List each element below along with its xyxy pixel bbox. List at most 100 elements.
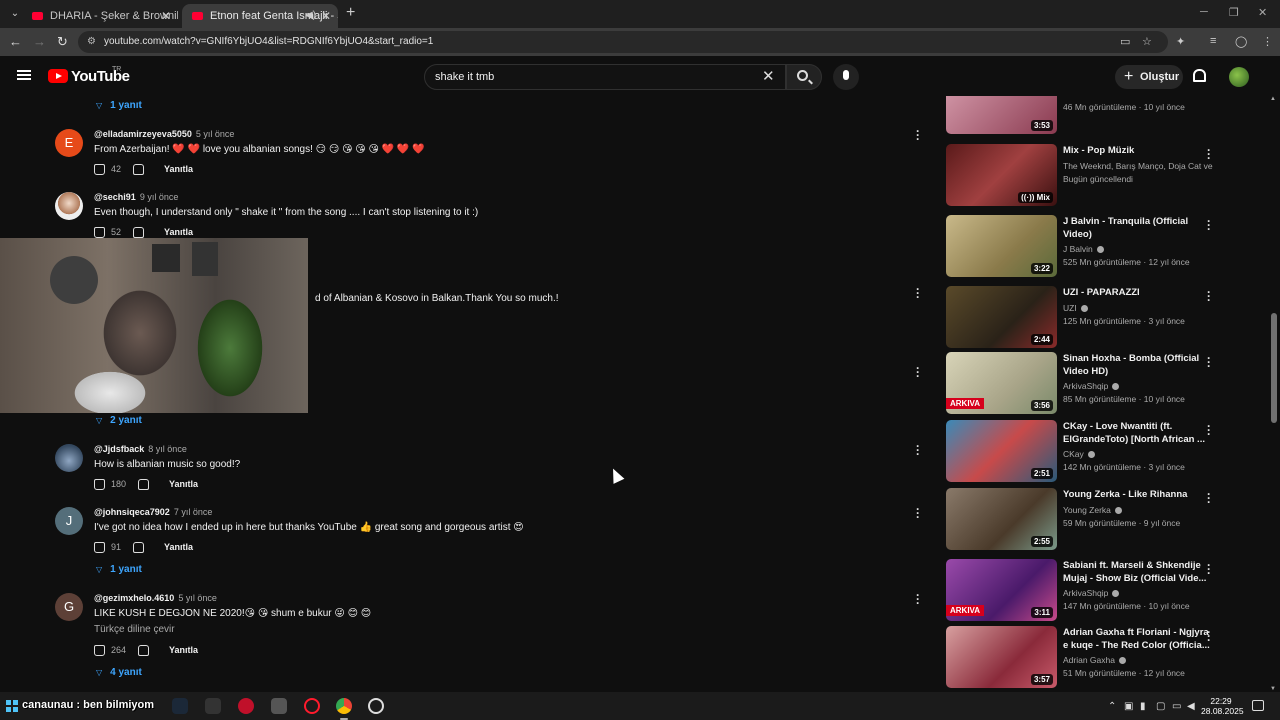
dislike-icon[interactable] [138,479,150,491]
video-title[interactable]: Adrian Gaxha ft Floriani - Ngjyra e kuqe… [1063,626,1213,652]
comment-author[interactable]: @sechi91 9 yıl önce [94,192,178,202]
close-tab-icon[interactable]: ✕ [161,6,171,26]
site-info-icon[interactable]: ⚙ [87,31,96,53]
video-title[interactable]: Young Zerka - Like Rihanna [1063,488,1213,501]
profile-icon[interactable]: ◯ [1235,35,1247,48]
video-thumbnail[interactable]: 2:44 [946,286,1057,348]
video-channel[interactable]: J Balvin [1063,244,1213,254]
recommendation-item[interactable]: ((·)) Mix Mix - Pop Müzik The Weeknd, Ba… [946,144,1268,208]
voice-search-button[interactable] [833,64,859,90]
like-icon[interactable] [94,645,105,657]
comment-author[interactable]: @johnsiqeca7902 7 yıl önce [94,507,212,517]
comment-menu-icon[interactable]: · · · [916,440,920,460]
commenter-avatar[interactable] [55,192,83,220]
reply-button[interactable]: Yanıtla [169,479,198,489]
comment-menu-icon[interactable]: · · · [916,125,920,145]
video-channel[interactable]: ArkivaShqip [1063,381,1213,391]
page-scrollbar[interactable]: ▲ ▼ [1270,96,1278,692]
dislike-icon[interactable] [133,227,145,239]
recommendation-item[interactable]: 3:53 46 Mn görüntüleme · 10 yıl önce [946,96,1268,136]
like-icon[interactable] [94,164,105,176]
create-button[interactable]: + Oluştur [1115,65,1183,89]
replies-toggle[interactable]: ▽ 1 yanıt [96,564,142,575]
comment-author[interactable]: @Jjdsfback 8 yıl önce [94,444,187,454]
video-thumbnail[interactable]: 2:55 [946,488,1057,550]
back-icon[interactable]: ← [9,34,22,49]
windows-start-icon[interactable] [6,700,18,712]
like-icon[interactable] [94,227,105,239]
video-channel[interactable]: UZI [1063,303,1213,313]
video-menu-icon[interactable]: · · · [1207,420,1211,440]
replies-toggle[interactable]: ▽ 1 yanıt [96,100,142,111]
video-thumbnail[interactable]: 2:51 [946,420,1057,482]
video-channel[interactable]: The Weeknd, Barış Manço, Doja Cat ve d..… [1063,161,1213,171]
video-channel[interactable]: ArkivaShqip [1063,588,1213,598]
close-tab-icon[interactable]: ✕ [321,6,331,26]
menu-icon[interactable] [17,70,31,80]
dislike-icon[interactable] [133,542,145,554]
video-thumbnail[interactable]: ARKIVA 3:11 [946,559,1057,621]
tray-app-icon[interactable]: ▣ [1124,701,1133,712]
video-menu-icon[interactable]: · · · [1207,626,1211,646]
chrome-icon[interactable] [336,698,352,720]
video-thumbnail[interactable]: ARKIVA 3:56 [946,352,1057,414]
video-channel[interactable]: Adrian Gaxha [1063,655,1213,665]
network-icon[interactable]: ▭ [1172,701,1181,712]
video-channel[interactable]: CKay [1063,449,1213,459]
search-input[interactable]: shake it tmb [424,64,786,90]
close-window-icon[interactable]: ✕ [1258,6,1267,19]
forward-icon[interactable]: → [33,34,46,49]
video-channel[interactable]: Young Zerka [1063,505,1213,515]
recommendation-item[interactable]: 3:22 J Balvin - Tranquila (Official Vide… [946,215,1268,279]
tray-overflow-icon[interactable]: ⌃ [1108,701,1116,712]
video-menu-icon[interactable]: · · · [1207,488,1211,508]
like-icon[interactable] [94,479,105,491]
speaker-icon[interactable]: ◀) [305,6,316,26]
notifications-bell-icon[interactable] [1193,69,1206,82]
recommendation-item[interactable]: 2:55 Young Zerka - Like Rihanna Young Ze… [946,488,1268,552]
comment-author[interactable]: @gezimxhelo.4610 5 yıl önce [94,593,217,603]
replies-toggle[interactable]: ▽ 4 yanıt [96,667,142,678]
recommendation-item[interactable]: 3:57 Adrian Gaxha ft Floriani - Ngjyra e… [946,626,1268,690]
recommendation-item[interactable]: 2:44 UZI - PAPARAZZI UZI 125 Mn görüntül… [946,286,1268,350]
dislike-icon[interactable] [133,164,145,176]
clear-search-icon[interactable]: ✕ [762,67,775,85]
opera-icon[interactable] [304,698,320,714]
minimize-icon[interactable]: ─ [1200,6,1208,18]
video-title[interactable]: Sinan Hoxha - Bomba (Official Video HD) [1063,352,1213,378]
volume-icon[interactable]: ◀ [1187,701,1195,712]
translate-link[interactable]: Türkçe diline çevir [94,624,175,635]
commenter-avatar[interactable]: E [55,129,83,157]
app-icon[interactable] [271,698,287,714]
app-icon[interactable] [238,698,254,714]
system-clock[interactable]: 22:29 28.08.2025 [1201,696,1244,716]
video-title[interactable]: J Balvin - Tranquila (Official Video) [1063,215,1213,241]
recommendation-item[interactable]: 2:51 CKay - Love Nwantiti (ft. ElGrandeT… [946,420,1268,484]
url-field[interactable]: ⚙ youtube.com/watch?v=GNIf6YbjUO4&list=R… [78,31,1168,53]
epic-games-icon[interactable] [205,698,221,714]
media-control-icon[interactable]: ≡ [1210,35,1216,47]
replies-toggle[interactable]: ▽ 2 yanıt [96,415,142,426]
comment-menu-icon[interactable]: · · · [916,503,920,523]
reply-button[interactable]: Yanıtla [164,542,193,552]
youtube-logo-icon[interactable] [48,69,68,83]
browser-tab[interactable]: DHARIA - Şeker & Browniler (M ✕ [22,4,178,28]
commenter-avatar[interactable] [55,444,83,472]
video-title[interactable]: Sabiani ft. Marseli & Shkendije Mujaj - … [1063,559,1213,585]
video-title[interactable]: UZI - PAPARAZZI [1063,286,1213,299]
new-tab-icon[interactable]: + [346,4,355,22]
account-avatar[interactable] [1229,67,1249,87]
extensions-icon[interactable]: ✦ [1176,35,1185,48]
comment-menu-icon[interactable]: · · · [916,589,920,609]
reload-icon[interactable]: ↻ [57,34,68,50]
maximize-icon[interactable]: ❐ [1229,6,1239,19]
video-thumbnail[interactable]: ((·)) Mix [946,144,1057,206]
video-thumbnail[interactable]: 3:57 [946,626,1057,688]
dislike-icon[interactable] [138,645,150,657]
video-menu-icon[interactable]: · · · [1207,215,1211,235]
browser-tab-active[interactable]: Etnon feat Genta Ismajli - S ◀) ✕ [182,4,338,28]
comment-menu-icon[interactable]: · · · [916,283,920,303]
reply-button[interactable]: Yanıtla [164,227,193,237]
video-menu-icon[interactable]: · · · [1207,352,1211,372]
tray-mic-icon[interactable]: ▮ [1140,701,1146,712]
